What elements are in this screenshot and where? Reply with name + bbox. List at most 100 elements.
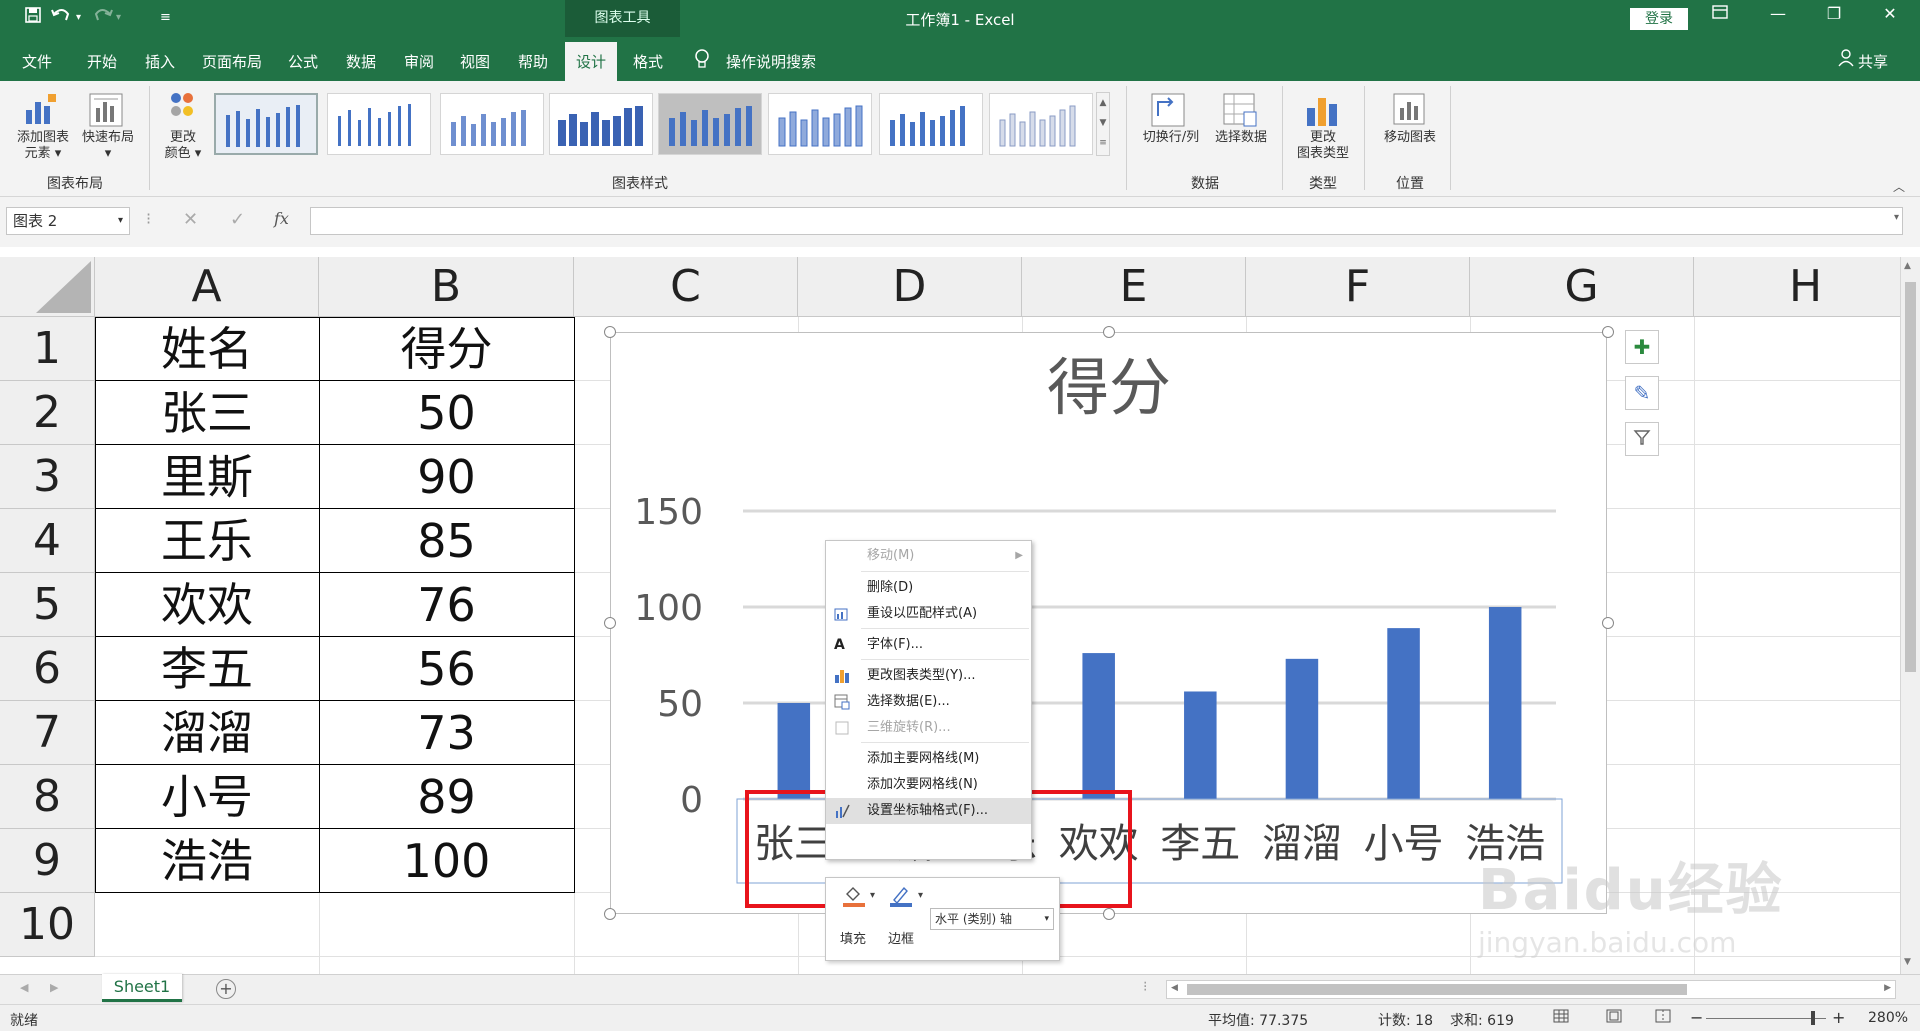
menu-item-font[interactable]: A 字体(F)...: [826, 632, 1031, 658]
chart-element-selector[interactable]: 水平 (类别) 轴 ▾: [930, 908, 1054, 930]
row-header-8[interactable]: 8: [0, 765, 95, 829]
menu-item-3d-rotation[interactable]: 三维旋转(R)...: [826, 715, 1031, 741]
normal-view-icon[interactable]: [1553, 1009, 1569, 1027]
move-chart-icon[interactable]: [1392, 92, 1428, 128]
cell-score[interactable]: 90: [319, 445, 574, 509]
quick-layout-button[interactable]: 快速布局 ▾: [76, 130, 140, 162]
tab-formulas[interactable]: 公式: [288, 51, 318, 72]
minimize-icon[interactable]: —: [1758, 4, 1798, 23]
chart-style-7[interactable]: [879, 93, 983, 155]
redo-icon[interactable]: [90, 6, 114, 29]
scroll-left-icon[interactable]: ◀: [1171, 983, 1178, 993]
switch-row-column-button[interactable]: 切换行/列: [1136, 130, 1206, 146]
row-header-7[interactable]: 7: [0, 701, 95, 765]
resize-handle[interactable]: [604, 326, 616, 338]
menu-item-add-major-gridlines[interactable]: 添加主要网格线(M): [826, 746, 1031, 772]
outline-pen-icon[interactable]: [888, 884, 918, 908]
change-colors-icon[interactable]: [166, 90, 202, 126]
menu-item-select-data[interactable]: 选择数据(E)...: [826, 689, 1031, 715]
resize-handle[interactable]: [604, 617, 616, 629]
column-header-b[interactable]: B: [319, 257, 574, 317]
menu-item-format-axis[interactable]: 设置坐标轴格式(F)...: [826, 798, 1031, 824]
column-header-h[interactable]: H: [1694, 257, 1900, 317]
cell-name[interactable]: 里斯: [95, 445, 319, 509]
name-box-dropdown-icon[interactable]: ▾: [118, 208, 123, 234]
add-chart-element-icon[interactable]: [22, 92, 58, 128]
row-header-6[interactable]: 6: [0, 637, 95, 701]
resize-handle[interactable]: [1602, 617, 1614, 629]
cell-score[interactable]: 89: [319, 765, 574, 829]
vertical-scrollbar[interactable]: ▲ ▼: [1900, 257, 1920, 974]
row-header-9[interactable]: 9: [0, 829, 95, 893]
chart-styles-scroll[interactable]: ▲ ▼ ≡: [1096, 92, 1110, 156]
menu-item-reset-style[interactable]: 重设以匹配样式(A): [826, 601, 1031, 627]
save-icon[interactable]: [24, 6, 42, 29]
cell-name[interactable]: 王乐: [95, 509, 319, 573]
bar-溜溜[interactable]: [1285, 658, 1319, 799]
name-box[interactable]: 图表 2 ▾: [6, 207, 130, 235]
expand-formula-icon[interactable]: ▾: [1894, 212, 1899, 223]
cell-score[interactable]: 76: [319, 573, 574, 637]
resize-handle[interactable]: [1103, 326, 1115, 338]
column-header-f[interactable]: F: [1246, 257, 1470, 317]
zoom-slider-thumb[interactable]: [1811, 1011, 1815, 1025]
sheet-tab-sheet1[interactable]: Sheet1: [102, 974, 182, 1002]
chart-style-5[interactable]: [658, 93, 762, 155]
zoom-in-button[interactable]: +: [1832, 1008, 1845, 1027]
customize-qat-icon[interactable]: ≡: [160, 10, 171, 25]
enter-icon[interactable]: ✓: [230, 209, 245, 230]
vertical-scroll-thumb[interactable]: [1905, 282, 1916, 672]
change-colors-button[interactable]: 更改 颜色 ▾: [158, 130, 208, 162]
tab-file[interactable]: 文件: [22, 51, 52, 72]
change-chart-type-icon[interactable]: [1304, 92, 1340, 128]
bar-张三[interactable]: [777, 703, 811, 799]
row-header-4[interactable]: 4: [0, 509, 95, 573]
chart-styles-button[interactable]: ✎: [1625, 376, 1659, 410]
zoom-slider-track[interactable]: [1706, 1018, 1826, 1019]
column-header-a[interactable]: A: [95, 257, 319, 317]
select-data-icon[interactable]: [1222, 92, 1258, 128]
row-header-3[interactable]: 3: [0, 445, 95, 509]
ribbon-display-options-icon[interactable]: [1700, 4, 1740, 23]
login-button[interactable]: 登录: [1630, 8, 1688, 30]
tab-help[interactable]: 帮助: [518, 51, 548, 72]
column-header-e[interactable]: E: [1022, 257, 1246, 317]
tab-review[interactable]: 审阅: [404, 51, 434, 72]
cell-a1-header[interactable]: 姓名: [95, 317, 319, 381]
cell-name[interactable]: 浩浩: [95, 829, 319, 893]
menu-item-change-chart-type[interactable]: 更改图表类型(Y)...: [826, 663, 1031, 689]
cell-score[interactable]: 85: [319, 509, 574, 573]
tab-home[interactable]: 开始: [87, 51, 117, 72]
tab-insert[interactable]: 插入: [145, 51, 175, 72]
chart-elements-button[interactable]: ✚: [1625, 330, 1659, 364]
scroll-right-icon[interactable]: ▶: [1884, 983, 1891, 993]
horizontal-scrollbar[interactable]: ◀ ▶: [1166, 980, 1896, 999]
redo-dropdown-icon[interactable]: ▾: [116, 12, 121, 23]
scroll-down-icon[interactable]: ▼: [1904, 957, 1911, 967]
row-header-1[interactable]: 1: [0, 317, 95, 381]
cell-name[interactable]: 张三: [95, 381, 319, 445]
row-header-10[interactable]: 10: [0, 893, 95, 957]
chart-style-8[interactable]: [989, 93, 1093, 155]
chart-filters-button[interactable]: [1625, 422, 1659, 456]
column-header-c[interactable]: C: [574, 257, 798, 317]
tell-me-search[interactable]: 操作说明搜索: [726, 51, 816, 72]
cell-score[interactable]: 100: [319, 829, 574, 893]
horizontal-scroll-thumb[interactable]: [1187, 984, 1687, 995]
menu-item-move[interactable]: 移动(M) ▶: [826, 543, 1031, 569]
chart-style-3[interactable]: [440, 93, 544, 155]
quick-layout-icon[interactable]: [88, 92, 124, 128]
fill-dropdown-icon[interactable]: ▾: [870, 890, 875, 901]
column-header-d[interactable]: D: [798, 257, 1022, 317]
prev-sheet-icon[interactable]: ◀: [20, 981, 28, 994]
column-header-g[interactable]: G: [1470, 257, 1694, 317]
resize-handle[interactable]: [1103, 908, 1115, 920]
zoom-out-button[interactable]: −: [1690, 1008, 1703, 1027]
cell-name[interactable]: 李五: [95, 637, 319, 701]
switch-row-column-icon[interactable]: [1150, 92, 1186, 128]
cell-b1-header[interactable]: 得分: [319, 317, 574, 381]
resize-handle[interactable]: [604, 908, 616, 920]
cell-score[interactable]: 56: [319, 637, 574, 701]
undo-dropdown-icon[interactable]: ▾: [76, 12, 81, 23]
chart-style-6[interactable]: [768, 93, 872, 155]
